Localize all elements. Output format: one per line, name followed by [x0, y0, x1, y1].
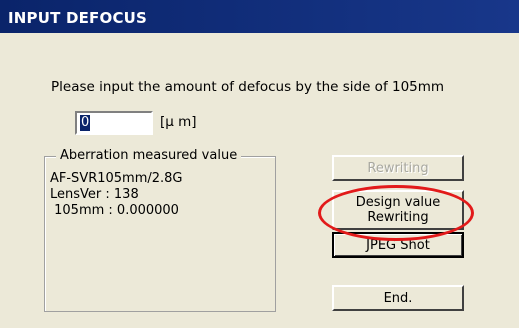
input-defocus-dialog: INPUT DEFOCUS Please input the amount of… [0, 0, 519, 328]
defocus-input[interactable]: 0 [75, 111, 153, 135]
title-bar[interactable]: INPUT DEFOCUS [0, 0, 519, 33]
defocus-prompt-text: Please input the amount of defocus by th… [51, 79, 445, 95]
design-value-rewriting-button[interactable]: Design value Rewriting [332, 190, 464, 230]
lens-model-text: AF-SVR105mm/2.8G [50, 171, 183, 186]
end-button[interactable]: End. [332, 285, 464, 311]
window-title: INPUT DEFOCUS [8, 9, 148, 27]
design-value-label-line1: Design value [355, 195, 441, 210]
rewriting-button[interactable]: Rewriting [332, 155, 464, 181]
aberration-group-legend: Aberration measured value [56, 148, 242, 163]
lens-version-text: LensVer : 138 [50, 187, 139, 202]
measured-value-text: 105mm : 0.000000 [50, 203, 179, 218]
defocus-unit-label: [μ m] [160, 114, 197, 130]
design-value-label-line2: Rewriting [367, 210, 429, 225]
jpeg-shot-button[interactable]: JPEG Shot [332, 232, 464, 258]
defocus-input-value: 0 [80, 115, 91, 131]
